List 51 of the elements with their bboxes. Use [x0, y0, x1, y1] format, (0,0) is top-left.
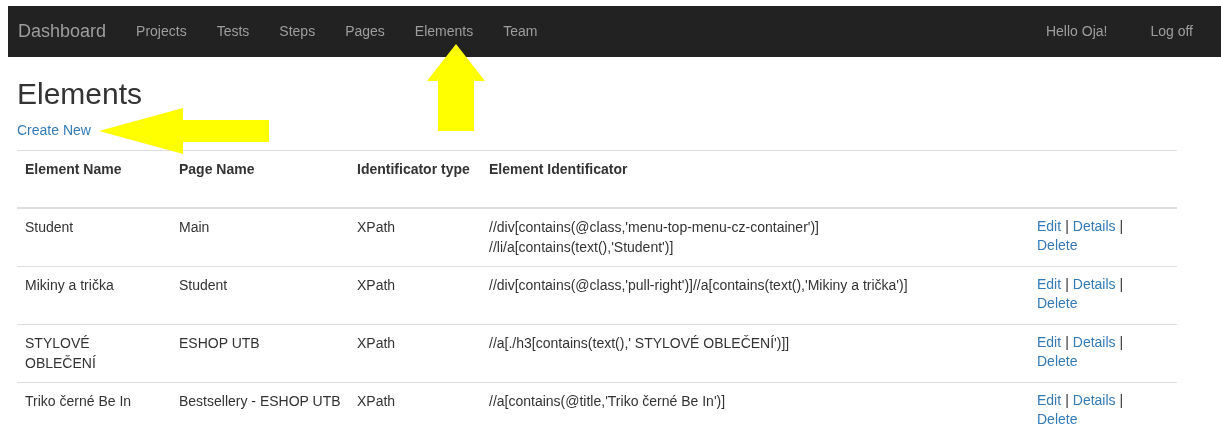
separator: | [1065, 217, 1069, 236]
create-new-link[interactable]: Create New [17, 122, 91, 138]
action-link[interactable]: Edit [1037, 333, 1062, 352]
table-cell: Main [179, 219, 210, 235]
separator: | [1065, 391, 1069, 410]
action-link[interactable]: Edit [1037, 391, 1062, 410]
table-cell: Triko černé Be In [25, 393, 132, 409]
column-header: Element Identificator [481, 150, 1029, 208]
table-cell: Student [25, 219, 74, 235]
action-link[interactable]: Details [1072, 275, 1116, 294]
greeting-link[interactable]: Hello Oja! [1030, 6, 1136, 57]
action-link[interactable]: Delete [1037, 410, 1078, 429]
nav-link[interactable]: Pages [330, 6, 400, 57]
separator: | [1065, 333, 1069, 352]
action-link[interactable]: Edit [1037, 217, 1062, 236]
separator: | [1119, 333, 1124, 352]
table-cell: STYLOVÉ OBLEČENÍ [25, 335, 96, 371]
column-header: Page Name [171, 150, 349, 208]
action-link[interactable]: Delete [1037, 236, 1078, 255]
table-cell: XPath [357, 219, 396, 235]
table-cell: Bestsellery - ESHOP UTB [179, 393, 341, 409]
action-link[interactable]: Delete [1037, 352, 1078, 371]
column-header: Identificator type [349, 150, 481, 208]
table-cell: //div[contains(@class,'menu-top-menu-cz-container')] //li/a[contains(text(),'Student')] [489, 219, 819, 255]
table-cell: //div[contains(@class,'pull-right')]//a[contains(text(),'Mikiny a trička')] [489, 277, 908, 293]
table-cell: Mikiny a trička [25, 277, 114, 293]
table-cell: //a[./h3[contains(text(),' STYLOVÉ OBLEČENÍ')]] [489, 335, 790, 351]
action-link[interactable]: Delete [1037, 294, 1078, 313]
action-link[interactable]: Details [1072, 391, 1116, 410]
logout-link[interactable]: Log off [1135, 6, 1221, 57]
separator: | [1119, 391, 1124, 410]
nav-link[interactable]: Team [488, 6, 553, 57]
nav-link[interactable]: Steps [264, 6, 331, 57]
column-header: Element Name [17, 150, 171, 208]
separator: | [1119, 275, 1124, 294]
action-link[interactable]: Details [1072, 333, 1116, 352]
action-link[interactable]: Details [1072, 217, 1116, 236]
page-title: Elements [17, 77, 144, 110]
action-link[interactable]: Edit [1037, 275, 1062, 294]
separator: | [1119, 217, 1124, 236]
brand-link[interactable]: Dashboard [18, 6, 122, 57]
table-cell: ESHOP UTB [179, 335, 260, 351]
table-cell: XPath [357, 277, 396, 293]
nav-link[interactable]: Projects [121, 6, 202, 57]
table-cell: //a[contains(@title,'Triko černé Be In')] [489, 393, 726, 409]
nav-link[interactable]: Tests [201, 6, 265, 57]
table-cell: XPath [357, 335, 396, 351]
separator: | [1065, 275, 1069, 294]
table-cell: Student [179, 277, 228, 293]
nav-link[interactable]: Elements [399, 6, 489, 57]
table-cell: XPath [357, 393, 396, 409]
